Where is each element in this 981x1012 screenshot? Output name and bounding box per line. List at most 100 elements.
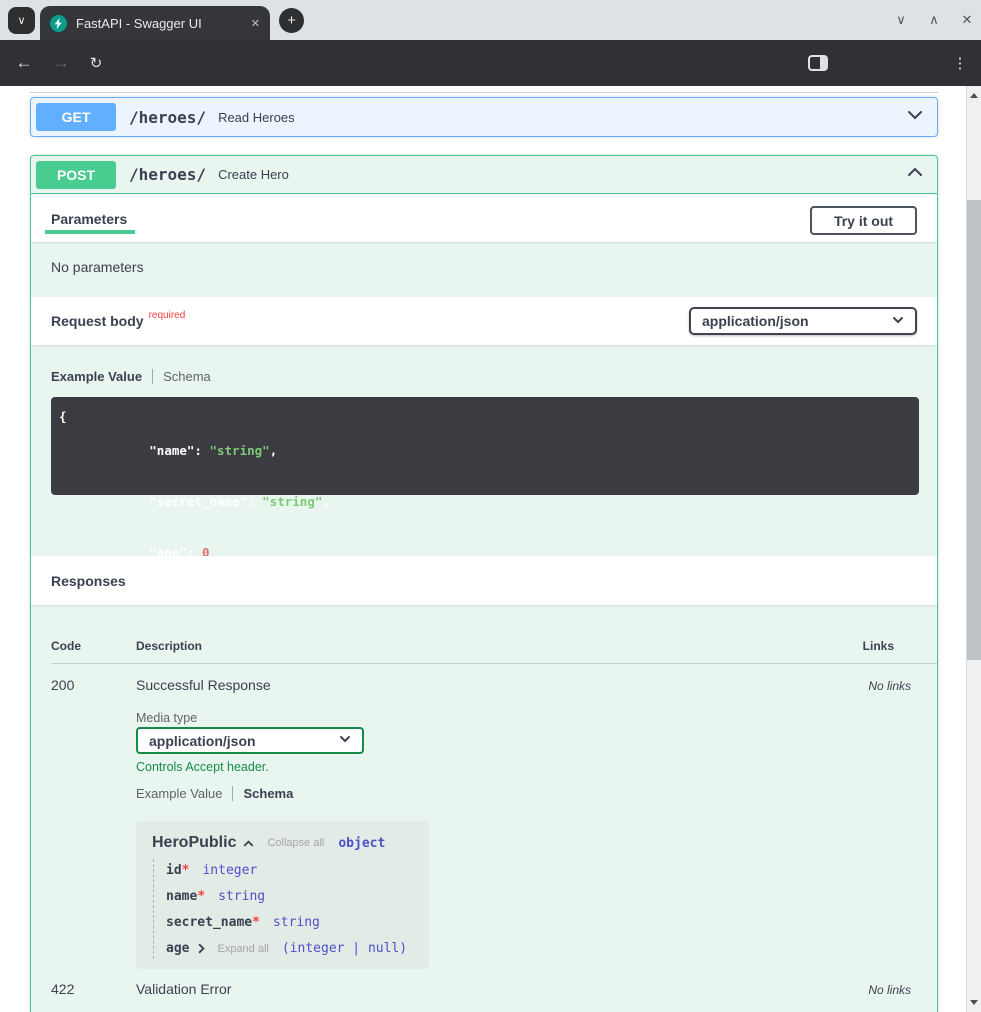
- expand-chevron-down-icon[interactable]: [905, 105, 925, 130]
- browser-tab[interactable]: FastAPI - Swagger UI ✕: [40, 6, 270, 40]
- collapse-all-link[interactable]: Collapse all: [267, 837, 324, 849]
- browser-toolbar: ← → ↻ i 127.0.0.1:5000/docs#/default/cre…: [0, 40, 981, 86]
- side-panel-button[interactable]: [806, 40, 830, 86]
- responses-col-description: Description: [136, 639, 202, 653]
- request-content-type-select[interactable]: application/json: [689, 307, 917, 335]
- refresh-button[interactable]: ↻: [83, 40, 109, 86]
- table-header-divider: [51, 663, 937, 664]
- required-asterisk: *: [182, 863, 190, 878]
- code-key: "name": [149, 443, 194, 458]
- property-row-id: id* integer: [166, 862, 257, 879]
- model-title-row: HeroPublic Collapse all object: [152, 834, 385, 852]
- code-key: "secret_name": [149, 494, 247, 509]
- code-text: {: [59, 409, 67, 424]
- new-tab-button[interactable]: +: [279, 8, 304, 33]
- required-label: required: [149, 310, 186, 321]
- request-body-title: Request body: [51, 313, 144, 329]
- code-string-value: "string": [209, 443, 269, 458]
- response-200-links: No links: [868, 679, 911, 693]
- media-type-label: Media type: [136, 711, 197, 725]
- chevron-down-icon: ∨: [17, 14, 25, 27]
- response-media-type-value: application/json: [149, 733, 256, 749]
- response-422-links: No links: [868, 983, 911, 997]
- property-type: string: [218, 889, 265, 904]
- property-type: string: [273, 915, 320, 930]
- property-type: integer: [202, 863, 257, 878]
- property-row-secret-name: secret_name* string: [166, 914, 320, 931]
- parameters-title: Parameters: [51, 211, 127, 227]
- post-path: /heroes/: [129, 165, 206, 184]
- schema-model-box: HeroPublic Collapse all object id* integ…: [136, 821, 429, 969]
- parameters-section-header: Parameters: [31, 195, 937, 242]
- response-422-code: 422: [51, 981, 74, 997]
- required-asterisk: *: [197, 889, 205, 904]
- post-summary: Create Hero: [218, 167, 289, 182]
- model-name[interactable]: HeroPublic: [152, 834, 236, 852]
- get-path: /heroes/: [129, 108, 206, 127]
- opblock-get-summary-row[interactable]: GET /heroes/ Read Heroes: [31, 98, 937, 136]
- expand-chevron-right-icon[interactable]: [195, 942, 208, 955]
- responses-section-header: Responses: [31, 556, 937, 605]
- tab-search-button[interactable]: ∨: [8, 7, 35, 34]
- window-maximize-button[interactable]: ∧: [926, 12, 942, 28]
- tab-example-value[interactable]: Example Value: [136, 786, 222, 801]
- response-media-type-select[interactable]: application/json: [136, 727, 364, 754]
- tab-schema[interactable]: Schema: [243, 786, 293, 801]
- model-indent-guide: [153, 859, 154, 959]
- model-collapse-chevron-up-icon[interactable]: [242, 837, 255, 850]
- expand-all-link[interactable]: Expand all: [217, 943, 268, 955]
- accept-header-hint: Controls Accept header.: [136, 760, 269, 774]
- request-body-tabs: Example Value Schema: [51, 369, 211, 384]
- get-summary: Read Heroes: [218, 110, 295, 125]
- responses-title: Responses: [51, 573, 126, 589]
- scroll-down-arrow[interactable]: [970, 1000, 978, 1005]
- tab-example-value[interactable]: Example Value: [51, 369, 142, 384]
- responses-col-links: Links: [863, 639, 894, 653]
- browser-menu-button[interactable]: ⋮: [948, 40, 972, 86]
- browser-window: ∨ FastAPI - Swagger UI ✕ + ∨ ∧ ✕ ← → ↻ i…: [0, 0, 981, 1012]
- no-parameters-text: No parameters: [51, 259, 144, 275]
- tab-close-icon[interactable]: ✕: [251, 17, 260, 30]
- model-type: object: [338, 836, 385, 851]
- required-asterisk: *: [252, 915, 260, 930]
- property-name: name: [166, 889, 197, 904]
- plus-icon: +: [287, 12, 296, 29]
- property-row-name: name* string: [166, 888, 265, 905]
- opblock-post-summary-row[interactable]: POST /heroes/ Create Hero: [31, 156, 937, 194]
- response-200-code: 200: [51, 677, 74, 693]
- window-controls: ∨ ∧ ✕: [893, 0, 975, 40]
- responses-col-code: Code: [51, 639, 81, 653]
- window-close-button[interactable]: ✕: [959, 12, 975, 28]
- try-it-out-button[interactable]: Try it out: [810, 206, 917, 235]
- side-panel-icon: [808, 55, 828, 71]
- active-tab-underline: [45, 230, 135, 234]
- chevron-down-icon: [891, 313, 905, 330]
- property-type: (integer | null): [282, 941, 407, 956]
- titlebar: ∨ FastAPI - Swagger UI ✕ + ∨ ∧ ✕: [0, 0, 981, 40]
- property-name: id: [166, 863, 182, 878]
- section-divider: [30, 92, 938, 93]
- response-422-description: Validation Error: [136, 981, 231, 997]
- forward-button[interactable]: →: [48, 40, 74, 86]
- request-content-type-value: application/json: [702, 313, 809, 329]
- tab-divider: [152, 369, 153, 384]
- page-scrollbar[interactable]: [966, 86, 981, 1012]
- property-row-age: age Expand all (integer | null): [166, 940, 407, 957]
- scrollbar-thumb[interactable]: [967, 200, 981, 660]
- tab-title: FastAPI - Swagger UI: [76, 16, 243, 31]
- back-button[interactable]: ←: [11, 40, 37, 86]
- post-method-badge: POST: [36, 161, 116, 189]
- property-name: secret_name: [166, 915, 252, 930]
- chevron-down-icon: [338, 732, 352, 749]
- response-200-description: Successful Response: [136, 677, 271, 693]
- property-name: age: [166, 941, 189, 956]
- tab-divider: [232, 786, 233, 801]
- collapse-chevron-up-icon[interactable]: [905, 162, 925, 187]
- tab-schema[interactable]: Schema: [163, 369, 211, 384]
- request-example-code[interactable]: { "name": "string", "secret_name": "stri…: [51, 397, 919, 495]
- swagger-page: GET /heroes/ Read Heroes POST /heroes/ C…: [0, 86, 966, 1012]
- scroll-up-arrow[interactable]: [970, 93, 978, 98]
- window-minimize-button[interactable]: ∨: [893, 12, 909, 28]
- code-string-value: "string": [262, 494, 322, 509]
- opblock-get-heroes: GET /heroes/ Read Heroes: [30, 97, 938, 137]
